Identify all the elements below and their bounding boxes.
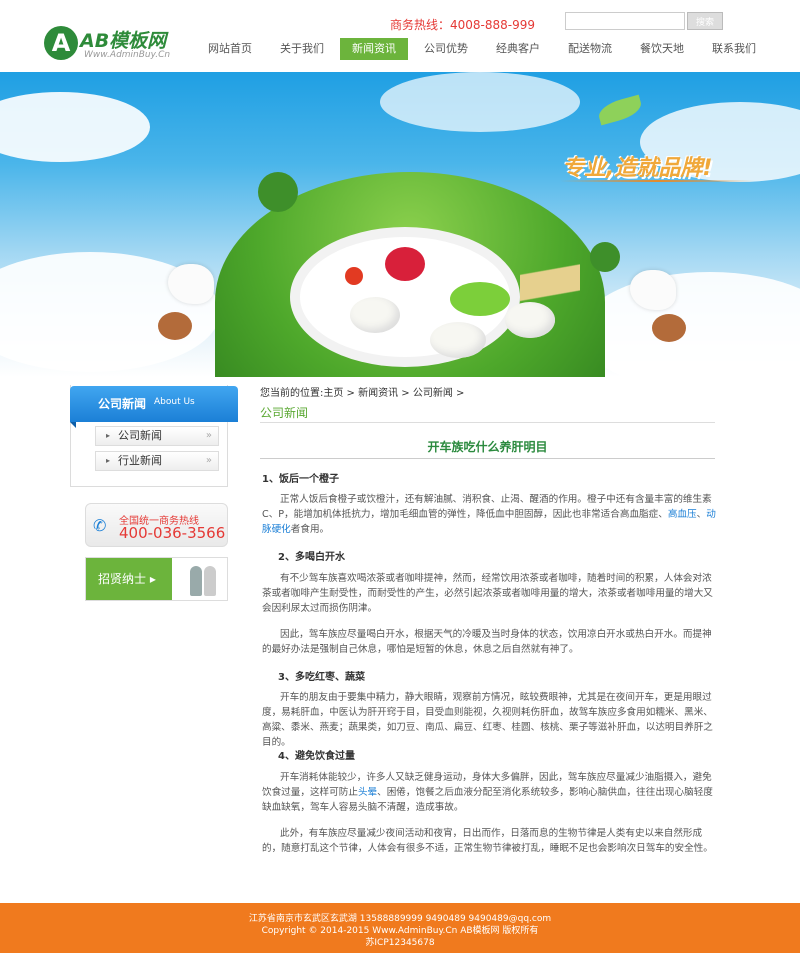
article-paragraph: 因此，驾车族应尽量喝白开水，根据天气的冷暖及当时身体的状态，饮用凉白开水或热白开… xyxy=(262,629,712,655)
search-button[interactable]: 搜索 xyxy=(687,12,723,30)
article-paragraph: 开车消耗体能较少，许多人又缺乏健身运动，身体大多偏胖，因此，驾车族应尽量减少油脂… xyxy=(262,772,713,813)
site-logo[interactable]: A AB模板网 Www.AdminBuy.Cn xyxy=(44,24,204,64)
section-title: 公司新闻 xyxy=(260,406,309,420)
sidebar-item-company-news[interactable]: ▸ 公司新闻 » xyxy=(95,426,219,446)
article-subheading: 4、避免饮食过量 xyxy=(278,751,355,762)
article-subheading: 2、多喝白开水 xyxy=(278,552,345,563)
cloud-shape xyxy=(0,92,150,162)
nav-item-dining[interactable]: 餐饮天地 xyxy=(628,38,696,60)
nav-item-news[interactable]: 新闻资讯 xyxy=(340,38,408,60)
nav-item-logistics[interactable]: 配送物流 xyxy=(556,38,624,60)
leaf-icon xyxy=(596,94,644,126)
dove-icon xyxy=(630,270,676,310)
handshake-people-icon xyxy=(182,562,222,596)
hotline-box: ✆ 全国统一商务热线 400-036-3566 xyxy=(85,503,228,547)
cloud-shape xyxy=(380,72,580,132)
double-chevron-icon: » xyxy=(205,430,212,441)
main-nav: 网站首页 关于我们 新闻资讯 公司优势 经典客户 配送物流 餐饮天地 联系我们 xyxy=(196,38,772,60)
sidebar-item-label: 行业新闻 xyxy=(118,454,162,467)
ribbon-fold xyxy=(70,422,76,428)
link-hypertension[interactable]: 高血压 xyxy=(668,509,697,520)
nav-item-clients[interactable]: 经典客户 xyxy=(484,38,552,60)
divider xyxy=(260,422,715,423)
logo-mark: A xyxy=(44,26,78,60)
footer-contact: 江苏省南京市玄武区玄武湖 13588889999 9490489 9490489… xyxy=(248,914,552,924)
dumpling-icon xyxy=(505,302,555,338)
link-dizziness[interactable]: 头晕 xyxy=(358,787,377,798)
tomato-icon xyxy=(345,267,363,285)
article-title: 开车族吃什么养肝明目 xyxy=(427,440,548,454)
search-bar: 搜索 xyxy=(565,12,723,30)
nav-item-about[interactable]: 关于我们 xyxy=(268,38,336,60)
divider xyxy=(260,458,715,459)
header: A AB模板网 Www.AdminBuy.Cn 商务热线：4008-888-99… xyxy=(0,0,800,72)
sidebar-title-text: 公司新闻 xyxy=(98,397,147,411)
person-shape xyxy=(204,566,216,596)
logo-text: AB模板网 xyxy=(80,30,167,52)
flower-icon xyxy=(385,247,425,281)
article-subheading: 3、多吃红枣、蔬菜 xyxy=(278,672,365,683)
teapot-icon xyxy=(652,314,686,342)
dumpling-icon xyxy=(430,322,486,358)
hotline-number: 400-036-3566 xyxy=(119,524,226,542)
cloud-shape xyxy=(580,272,800,377)
phone-icon: ✆ xyxy=(93,516,107,535)
breadcrumb[interactable]: 您当前的位置:主页 > 新闻资讯 > 公司新闻 > xyxy=(260,384,464,399)
tree-icon xyxy=(590,242,620,272)
article-subheading: 1、饭后一个橙子 xyxy=(262,474,339,485)
recruit-banner[interactable]: 招贤纳士 ▸ xyxy=(85,557,228,601)
article-paragraph: 此外，有车族应尽量减少夜间活动和夜宵，日出而作，日落而息的生物节律是人类有史以来… xyxy=(262,828,713,854)
tree-icon xyxy=(258,172,298,212)
slogan-underline xyxy=(560,180,755,182)
article-paragraph: 正常人饭后食橙子或饮橙汁，还有解油腻、消积食、止渴、醒酒的作用。橙子中还有含量丰… xyxy=(262,494,716,535)
bullet-icon: ▸ xyxy=(106,431,111,440)
search-input[interactable] xyxy=(565,12,685,30)
sidebar-item-industry-news[interactable]: ▸ 行业新闻 » xyxy=(95,451,219,471)
article-paragraph: 有不少驾车族喜欢喝浓茶或者咖啡提神，然而，经常饮用浓茶或者咖啡，随着时间的积累，… xyxy=(262,573,713,614)
logo-url: Www.AdminBuy.Cn xyxy=(84,50,171,60)
sidebar-title-en: About Us xyxy=(154,397,195,407)
vegetable-icon xyxy=(450,282,510,316)
dumpling-icon xyxy=(350,297,400,333)
nav-item-advantages[interactable]: 公司优势 xyxy=(412,38,480,60)
nav-item-home[interactable]: 网站首页 xyxy=(196,38,264,60)
footer-icp[interactable]: 苏ICP12345678 xyxy=(0,937,800,949)
sidebar-item-label: 公司新闻 xyxy=(118,429,162,442)
article-paragraph: 开车的朋友由于要集中精力，静大眼睛，观察前方情况，眩较费眼神，尤其是在夜间开车，… xyxy=(262,692,713,748)
footer: 江苏省南京市玄武区玄武湖 13588889999 9490489 9490489… xyxy=(0,903,800,953)
double-chevron-icon: » xyxy=(205,455,212,466)
nav-item-contact[interactable]: 联系我们 xyxy=(700,38,768,60)
bullet-icon: ▸ xyxy=(106,456,111,465)
dove-icon xyxy=(168,264,214,304)
hero-banner: 专业,造就品牌! xyxy=(0,72,800,377)
teapot-icon xyxy=(158,312,192,340)
header-hotline: 商务热线：4008-888-999 xyxy=(390,18,536,32)
recruit-label: 招贤纳士 ▸ xyxy=(86,558,172,600)
person-shape xyxy=(190,566,202,596)
footer-copyright: Copyright © 2014-2015 Www.AdminBuy.Cn AB… xyxy=(261,926,539,936)
banner-slogan: 专业,造就品牌! xyxy=(562,156,713,181)
sidebar-title: 公司新闻 About Us xyxy=(70,386,238,428)
